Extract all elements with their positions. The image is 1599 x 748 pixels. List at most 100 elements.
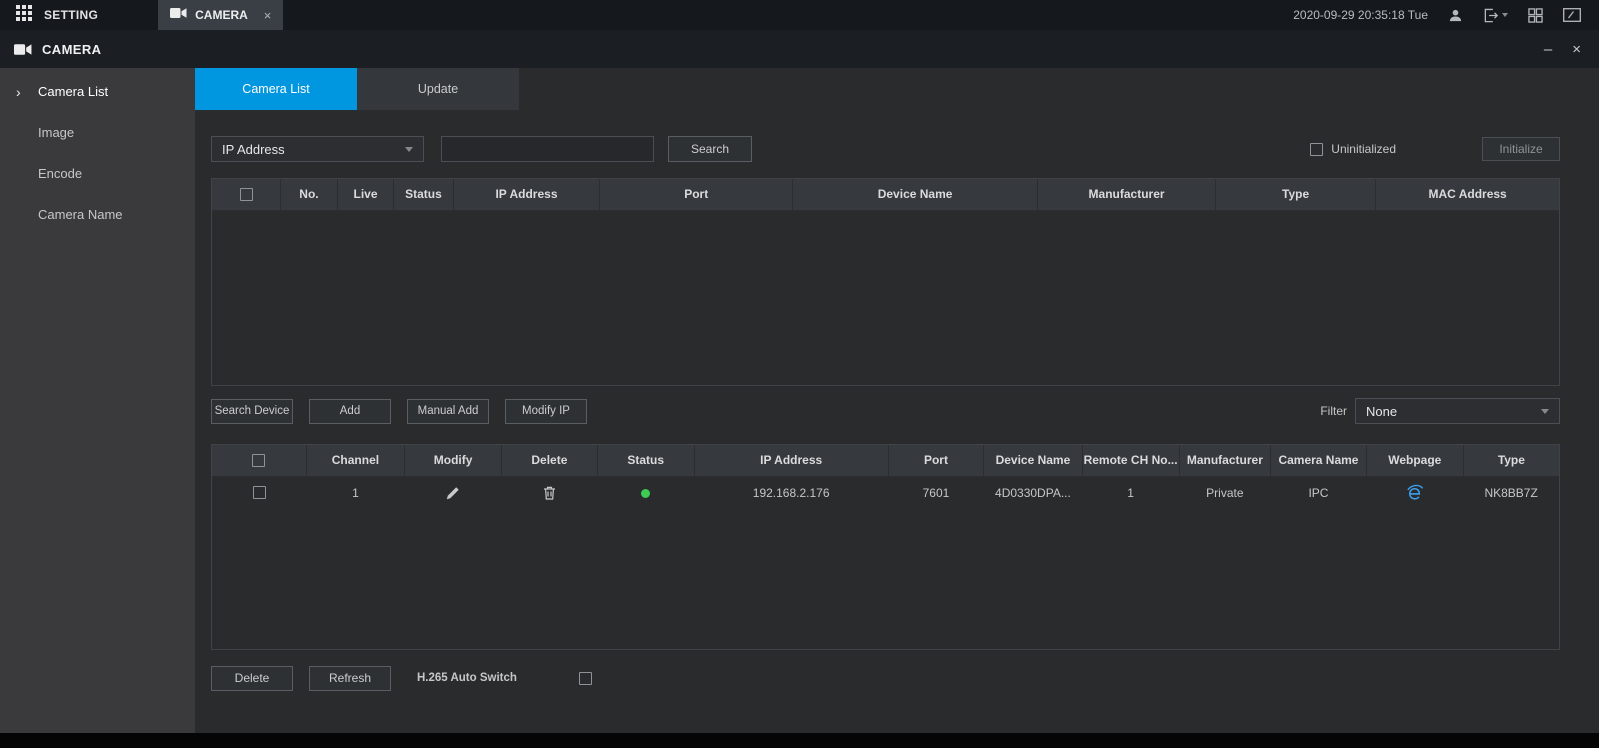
filter-label: Filter bbox=[1320, 404, 1347, 418]
cell-camera-name: IPC bbox=[1308, 485, 1329, 500]
cell-device-name: 4D0330DPA... bbox=[995, 485, 1071, 500]
uninitialized-checkbox[interactable] bbox=[1310, 142, 1324, 156]
col-channel: Channel bbox=[306, 445, 406, 477]
camera-tab-label: CAMERA bbox=[195, 8, 248, 22]
sidebar-item-label: Camera Name bbox=[38, 207, 123, 222]
col-mac-address: MAC Address bbox=[1375, 179, 1559, 211]
col-remote-ch-no: Remote CH No... bbox=[1082, 445, 1180, 477]
added-devices-header-row: Channel Modify Delete Status IP Address … bbox=[212, 445, 1559, 477]
sidebar-item-image[interactable]: Image bbox=[0, 112, 195, 153]
camera-list-content: IP Address Search Uninitialized Initiali… bbox=[195, 110, 1599, 733]
status-online-dot bbox=[641, 489, 651, 499]
col-live: Live bbox=[337, 179, 395, 211]
searched-devices-header-row: No. Live Status IP Address Port Device N… bbox=[212, 179, 1559, 211]
setting-label: SETTING bbox=[44, 8, 99, 22]
liveview-monitor-icon[interactable] bbox=[1563, 8, 1581, 22]
actions-row: Search Device Add Manual Add Modify IP F… bbox=[211, 398, 1560, 424]
chevron-down-icon bbox=[1541, 408, 1549, 414]
col-device-name: Device Name bbox=[983, 445, 1083, 477]
search-input[interactable] bbox=[441, 136, 654, 162]
minimize-icon[interactable]: – bbox=[1544, 42, 1552, 57]
modify-ip-button[interactable]: Modify IP bbox=[505, 398, 587, 424]
col-type: Type bbox=[1463, 445, 1559, 477]
col-ip-address: IP Address bbox=[694, 445, 889, 477]
search-type-select[interactable]: IP Address bbox=[211, 136, 424, 162]
sidebar: › Camera List Image Encode Camera Name bbox=[0, 68, 195, 733]
uninitialized-group: Uninitialized bbox=[1310, 142, 1396, 156]
col-modify: Modify bbox=[404, 445, 503, 477]
select-all-added-checkbox[interactable] bbox=[252, 453, 266, 467]
searched-devices-empty-area bbox=[212, 211, 1559, 386]
sidebar-item-label: Image bbox=[38, 125, 75, 140]
sidebar-item-encode[interactable]: Encode bbox=[0, 153, 195, 194]
cell-remote-ch-no: 1 bbox=[1127, 485, 1134, 500]
col-device-name: Device Name bbox=[792, 179, 1039, 211]
manual-add-button[interactable]: Manual Add bbox=[407, 398, 489, 424]
grid-menu-icon bbox=[16, 4, 32, 26]
window-title: CAMERA bbox=[42, 41, 102, 57]
logout-icon[interactable] bbox=[1483, 8, 1508, 23]
sidebar-item-label: Encode bbox=[38, 166, 83, 181]
filter-group: Filter None bbox=[1320, 398, 1560, 424]
cell-channel: 1 bbox=[352, 485, 359, 500]
table-row: 1 192.168.2.176 7601 4D0330DPA... 1 Priv… bbox=[212, 476, 1559, 509]
col-port: Port bbox=[599, 179, 793, 211]
col-status: Status bbox=[597, 445, 695, 477]
row-checkbox[interactable] bbox=[252, 486, 266, 500]
uninitialized-label: Uninitialized bbox=[1331, 142, 1396, 156]
search-device-button[interactable]: Search Device bbox=[211, 398, 293, 424]
sidebar-item-label: Camera List bbox=[38, 84, 109, 99]
tab-bar: Camera List Update bbox=[195, 68, 1599, 110]
topbar-right: 2020-09-29 20:35:18 Tue bbox=[1293, 7, 1599, 23]
cell-type: NK8BB7Z bbox=[1484, 485, 1538, 500]
datetime-display: 2020-09-29 20:35:18 Tue bbox=[1293, 8, 1428, 22]
camera-icon bbox=[170, 6, 187, 24]
added-devices-table: Channel Modify Delete Status IP Address … bbox=[211, 444, 1560, 650]
add-button[interactable]: Add bbox=[309, 398, 391, 424]
tab-update[interactable]: Update bbox=[357, 68, 519, 110]
main-panel: Camera List Update IP Address Search Uni… bbox=[195, 68, 1599, 733]
search-button[interactable]: Search bbox=[668, 136, 752, 162]
delete-button[interactable]: Delete bbox=[211, 665, 293, 691]
col-camera-name: Camera Name bbox=[1270, 445, 1367, 477]
multiview-icon[interactable] bbox=[1528, 7, 1543, 23]
h265-auto-switch-checkbox[interactable] bbox=[578, 671, 592, 685]
logout-caret-icon bbox=[1502, 13, 1508, 17]
cell-port: 7601 bbox=[922, 485, 950, 500]
sidebar-item-camera-name[interactable]: Camera Name bbox=[0, 194, 195, 235]
refresh-button[interactable]: Refresh bbox=[309, 665, 391, 691]
camera-top-tab[interactable]: CAMERA × bbox=[158, 0, 284, 30]
search-row: IP Address Search Uninitialized Initiali… bbox=[211, 136, 1560, 162]
col-webpage: Webpage bbox=[1366, 445, 1464, 477]
window-body: › Camera List Image Encode Camera Name C… bbox=[0, 68, 1599, 733]
window-controls: – × bbox=[1544, 42, 1599, 57]
nvr-screen: SETTING CAMERA × 2020-09-29 20:35:18 Tue bbox=[0, 0, 1599, 748]
col-port: Port bbox=[888, 445, 985, 477]
window-camera-icon bbox=[14, 43, 32, 56]
added-devices-empty-area bbox=[212, 509, 1559, 649]
close-icon[interactable]: × bbox=[1572, 42, 1581, 57]
select-all-searched-checkbox[interactable] bbox=[239, 187, 253, 201]
tab-camera-list[interactable]: Camera List bbox=[195, 68, 357, 110]
user-icon[interactable] bbox=[1448, 8, 1463, 23]
col-status: Status bbox=[393, 179, 454, 211]
delete-trash-icon[interactable] bbox=[543, 486, 556, 500]
initialize-button[interactable]: Initialize bbox=[1482, 137, 1560, 161]
sidebar-item-camera-list[interactable]: › Camera List bbox=[0, 71, 195, 112]
h265-auto-switch-label: H.265 Auto Switch bbox=[417, 672, 517, 684]
filter-select[interactable]: None bbox=[1355, 398, 1560, 424]
footer-row: Delete Refresh H.265 Auto Switch bbox=[211, 665, 1560, 691]
filter-value: None bbox=[1366, 403, 1398, 419]
setting-menu-button[interactable]: SETTING bbox=[0, 0, 98, 30]
top-bar: SETTING CAMERA × 2020-09-29 20:35:18 Tue bbox=[0, 0, 1599, 30]
search-type-value: IP Address bbox=[222, 141, 285, 157]
webpage-browser-icon[interactable] bbox=[1406, 484, 1424, 501]
camera-tab-close-icon[interactable]: × bbox=[264, 8, 272, 23]
chevron-right-icon: › bbox=[16, 83, 21, 100]
modify-pencil-icon[interactable] bbox=[446, 486, 460, 500]
cell-manufacturer: Private bbox=[1206, 485, 1244, 500]
col-type: Type bbox=[1215, 179, 1377, 211]
window-title-bar: CAMERA – × bbox=[0, 30, 1599, 68]
col-manufacturer: Manufacturer bbox=[1037, 179, 1216, 211]
cell-ip-address: 192.168.2.176 bbox=[752, 485, 830, 500]
